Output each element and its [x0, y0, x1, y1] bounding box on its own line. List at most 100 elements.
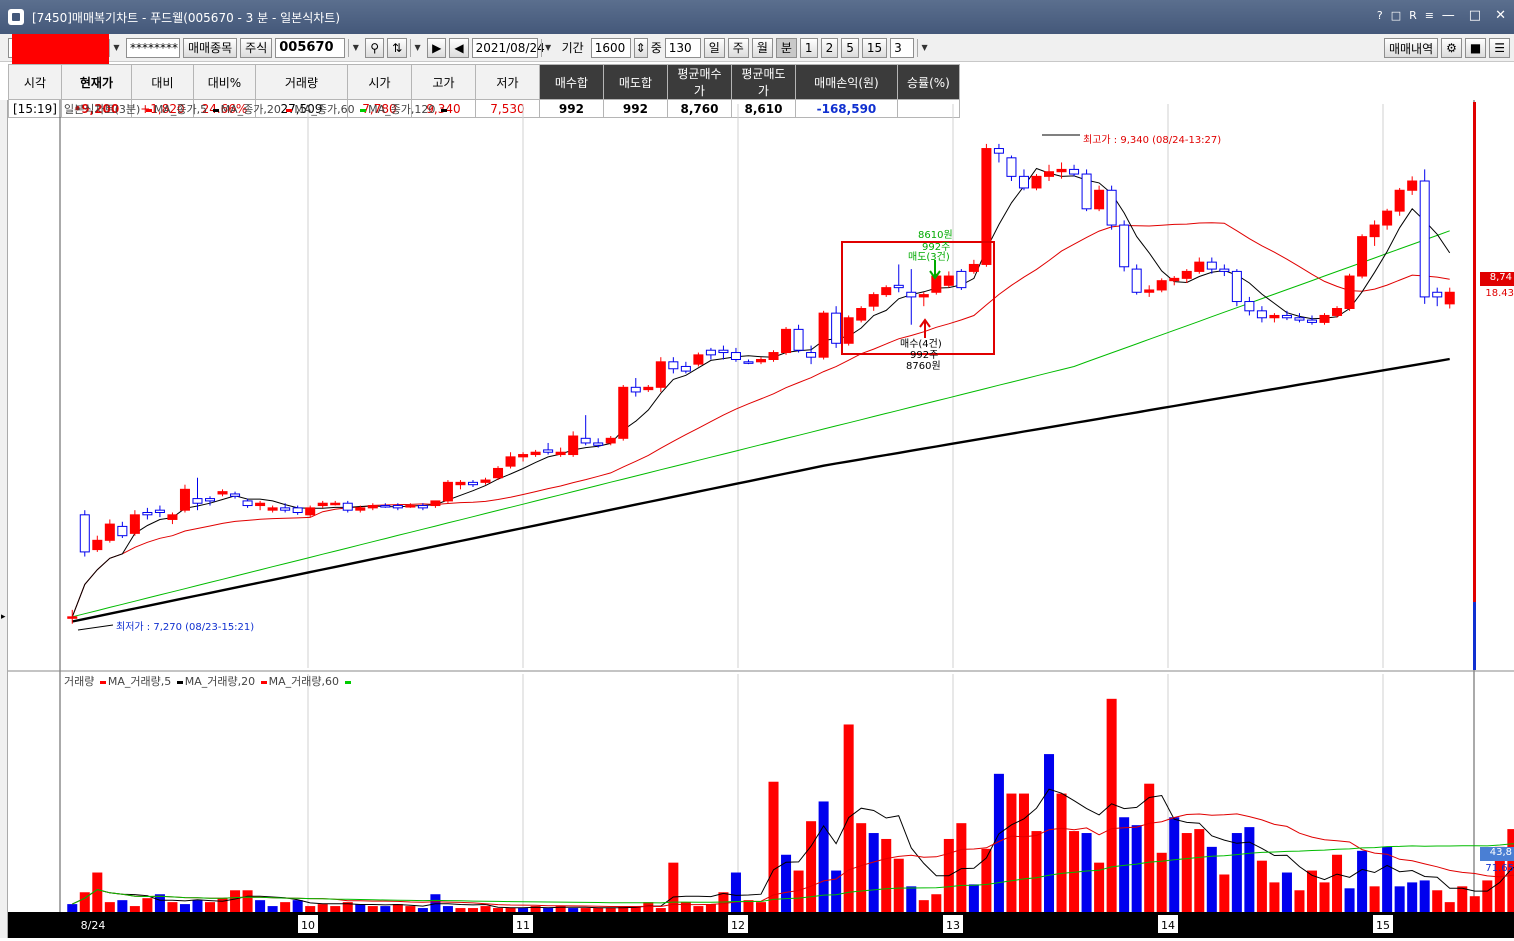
save-icon[interactable]: ■: [1464, 38, 1487, 58]
volume-bar: [1344, 888, 1355, 912]
chart-area[interactable]: 8/24 10 11 12 13 14 15 최고가 : 9,340 (08/24-13:2…: [8, 100, 1514, 938]
password-field[interactable]: ********: [126, 37, 180, 58]
volume-bar: [1231, 833, 1242, 912]
menu-icon[interactable]: ≡: [1425, 9, 1434, 22]
tab-week[interactable]: 주: [727, 37, 749, 58]
volume-bar: [580, 908, 591, 912]
volume-bar: [730, 872, 741, 912]
close-icon[interactable]: ✕: [1495, 8, 1506, 23]
candle-body: [1382, 210, 1393, 226]
candle-body: [242, 500, 253, 507]
volume-bar: [1419, 880, 1430, 912]
volume-bar: [1382, 846, 1393, 912]
volume-bar: [768, 781, 779, 912]
volume-bar: [931, 894, 942, 912]
trade-history-button[interactable]: 매매내역: [1383, 38, 1439, 58]
tab-minute[interactable]: 분: [775, 37, 797, 58]
x-axis-label: 13: [946, 919, 960, 932]
window-icon[interactable]: □: [1391, 9, 1401, 22]
chart-svg[interactable]: 8/24 10 11 12 13 14 15 최고가 : 9,340 (08/24-13:2…: [8, 100, 1514, 938]
help-icon[interactable]: ?: [1377, 9, 1383, 22]
candle-body: [593, 442, 604, 446]
volume-bar: [881, 838, 892, 912]
x-axis-label: 11: [516, 919, 530, 932]
candle-body: [255, 502, 266, 507]
count-input[interactable]: 130: [664, 37, 701, 58]
tab-5[interactable]: 5: [841, 37, 859, 58]
tab-2[interactable]: 2: [820, 37, 839, 58]
redacted-account: [12, 34, 109, 66]
back-icon[interactable]: ◀: [449, 37, 469, 58]
sort-icon[interactable]: ⇅: [387, 37, 408, 58]
minute-input[interactable]: 3: [890, 37, 915, 58]
sort-dropdown-icon[interactable]: ▼: [410, 38, 424, 57]
legend-item: MA_거래량,60: [268, 675, 339, 688]
stepper-icon[interactable]: ⇕: [633, 37, 648, 58]
candle-body: [893, 284, 904, 289]
candle-body: [868, 294, 879, 307]
tab-15[interactable]: 15: [861, 37, 888, 58]
volume-bar: [655, 908, 666, 912]
buy-price-label: 8760원: [906, 360, 941, 372]
period-input[interactable]: 1600: [590, 37, 631, 58]
more-icon[interactable]: ☰: [1489, 38, 1510, 58]
candle-body: [1069, 168, 1080, 175]
candle-body: [280, 507, 291, 511]
expand-icon[interactable]: ▸: [1, 612, 6, 622]
legend-swatch: [440, 108, 447, 112]
volume-bar: [467, 908, 478, 912]
candle-body: [1269, 314, 1280, 319]
volume-bar: [317, 904, 328, 912]
stats-header: 매도합: [602, 64, 668, 100]
stats-header: 시각: [8, 64, 62, 100]
minute-dropdown-icon[interactable]: ▼: [917, 38, 931, 57]
settings-icon[interactable]: ⚙: [1441, 38, 1462, 58]
legend-item: MA_종가,5: [153, 103, 208, 116]
candle-body: [417, 505, 428, 509]
candle-body: [1419, 180, 1430, 298]
candle-body: [92, 539, 103, 551]
tab-day[interactable]: 일: [703, 37, 725, 58]
minute-value: 3: [894, 40, 902, 55]
candle-body: [730, 352, 741, 361]
search-icon[interactable]: ⚲: [365, 37, 385, 58]
ma-lines: [71, 167, 1451, 623]
date-input[interactable]: 2021/08/24: [471, 37, 545, 58]
volume-bar: [705, 904, 716, 912]
candle-body: [1231, 270, 1242, 303]
candles: [67, 143, 1455, 624]
legend-swatch: [260, 680, 267, 684]
candle-body: [367, 505, 378, 509]
candle-body: [943, 275, 954, 286]
market-type-button[interactable]: 주식: [240, 37, 273, 58]
candle-body: [705, 349, 716, 356]
volume-bar: [1244, 827, 1255, 912]
volume-bar: [255, 900, 266, 912]
stock-code-input[interactable]: 005670: [275, 37, 346, 58]
volume-bar: [868, 833, 879, 912]
toolbar-right: 매매내역 ⚙ ■ ☰: [1383, 38, 1510, 58]
price-scale-strip: [1473, 102, 1476, 602]
low-price-label: 최저가 : 7,270 (08/23-15:21): [116, 621, 254, 633]
account-dropdown-icon[interactable]: ▼: [109, 38, 123, 57]
candle-body: [392, 505, 403, 509]
left-scroll-strip[interactable]: ▸: [0, 100, 8, 938]
volume-bar: [442, 906, 453, 912]
volume-bar: [893, 858, 904, 912]
refresh-icon[interactable]: R: [1409, 9, 1417, 22]
trade-stock-button[interactable]: 매매종목: [183, 37, 238, 58]
date-dropdown-icon[interactable]: ▼: [540, 38, 555, 57]
candle-body: [142, 512, 153, 516]
candle-body: [655, 361, 666, 388]
candle-body: [1357, 236, 1368, 277]
candle-body: [1131, 268, 1142, 293]
candle-body: [1369, 224, 1380, 238]
tab-month[interactable]: 월: [751, 37, 773, 58]
maximize-icon[interactable]: □: [1469, 8, 1481, 23]
code-dropdown-icon[interactable]: ▼: [348, 38, 362, 57]
candle-body: [79, 514, 90, 553]
play-icon[interactable]: ▶: [427, 37, 447, 58]
volume-bar: [1269, 882, 1280, 912]
minimize-icon[interactable]: —: [1442, 8, 1455, 23]
tab-1[interactable]: 1: [799, 37, 818, 58]
